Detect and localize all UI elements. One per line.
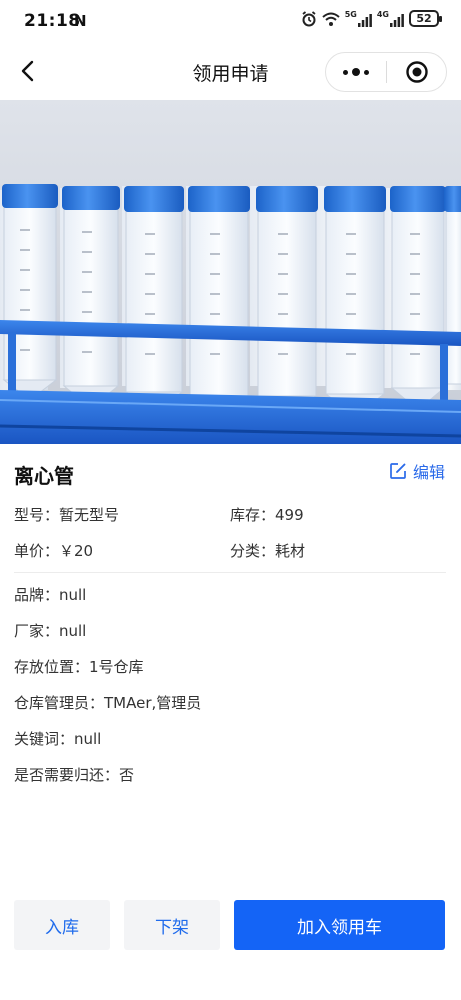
product-image <box>0 100 461 444</box>
status-time: 21:18 <box>24 11 81 31</box>
wifi-icon <box>322 12 340 26</box>
navigation-bar: 领用申请 <box>0 44 461 100</box>
edit-label: 编辑 <box>412 463 445 482</box>
battery-icon: 52 <box>409 10 442 27</box>
more-dot-icon <box>364 69 369 75</box>
status-icons: 5G 4G 52 <box>301 9 442 27</box>
edit-button[interactable]: 编辑 <box>389 459 445 483</box>
warehouse-manager-field: 仓库管理员：TMAer,管理员 <box>14 693 202 712</box>
storage-location-field: 存放位置：1号仓库 <box>14 657 144 676</box>
stock-field: 库存：499 <box>230 505 304 524</box>
mini-program-capsule <box>325 52 447 92</box>
status-bar: 21:18 N 5G 4G 52 <box>0 0 461 44</box>
keywords-field: 关键词：null <box>14 729 102 748</box>
info-row: 单价：￥20 分类：耗材 <box>14 532 446 568</box>
product-detail-list: 品牌：null 厂家：null 存放位置：1号仓库 仓库管理员：TMAer,管理… <box>14 576 446 792</box>
network-5g-label: 5G <box>344 9 357 19</box>
centrifuge-tubes-image <box>0 100 461 444</box>
product-name: 离心管 <box>14 464 74 488</box>
edit-icon <box>390 463 406 479</box>
take-down-button[interactable]: 下架 <box>124 900 220 950</box>
return-required-field: 是否需要归还：否 <box>14 765 135 784</box>
close-mini-program-button[interactable] <box>387 53 446 91</box>
section-divider <box>14 572 446 573</box>
manufacturer-field: 厂家：null <box>14 621 87 640</box>
stock-in-button[interactable]: 入库 <box>14 900 110 950</box>
add-to-cart-button[interactable]: 加入领用车 <box>234 900 445 950</box>
more-dot-icon <box>352 68 360 76</box>
brand-field: 品牌：null <box>14 585 87 604</box>
more-dot-icon <box>343 69 348 75</box>
target-close-icon <box>405 61 428 83</box>
bottom-action-bar: 入库 下架 加入领用车 <box>0 900 461 950</box>
info-row: 型号：暂无型号 库存：499 <box>14 496 446 532</box>
product-title-row: 离心管 编辑 <box>0 444 461 496</box>
network-4g-label: 4G <box>376 9 389 19</box>
category-field: 分类：耗材 <box>230 541 306 560</box>
nfc-indicator-icon: N <box>74 12 87 30</box>
signal-4g-icon: 4G <box>376 9 404 27</box>
signal-5g-icon: 5G <box>344 9 372 27</box>
more-menu-button[interactable] <box>326 53 386 91</box>
alarm-icon <box>302 10 316 26</box>
product-info-grid: 型号：暂无型号 库存：499 单价：￥20 分类：耗材 <box>14 496 446 568</box>
price-field: 单价：￥20 <box>14 541 94 560</box>
model-field: 型号：暂无型号 <box>14 505 120 524</box>
